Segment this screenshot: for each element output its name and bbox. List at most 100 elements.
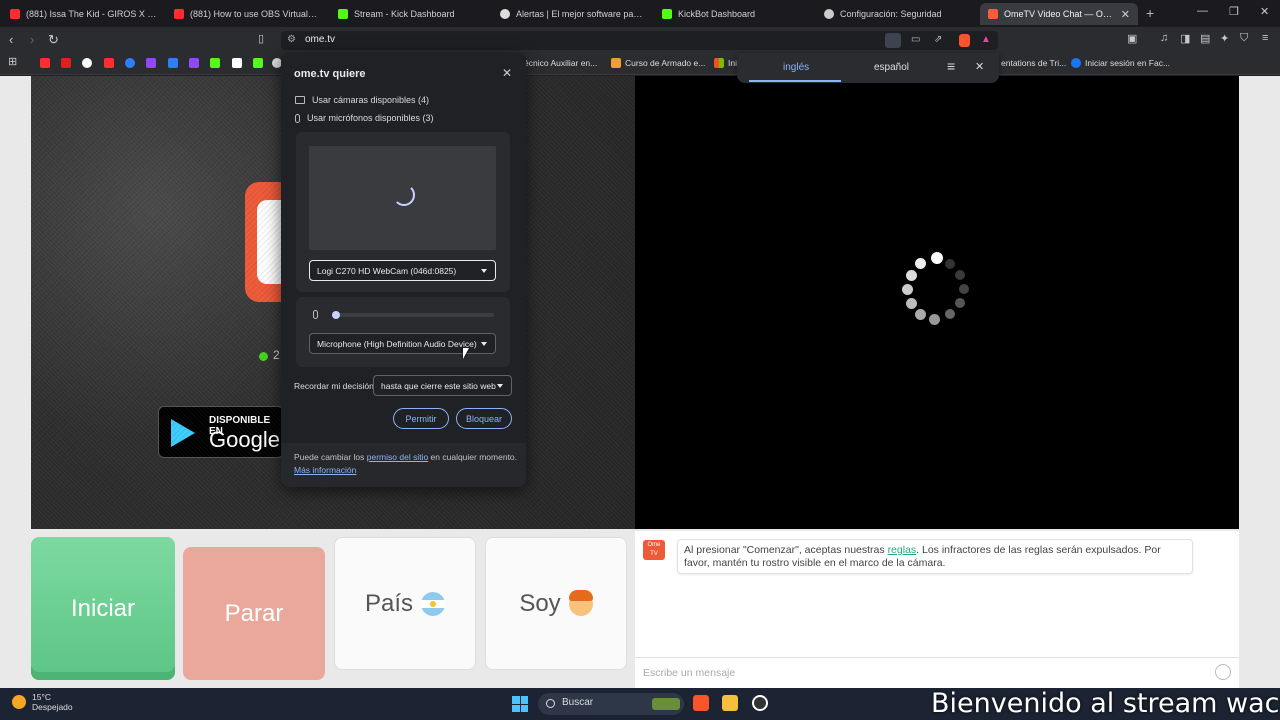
chevron-down-icon	[481, 269, 487, 273]
mouse-cursor	[463, 348, 469, 359]
translate-tab-underline	[749, 80, 841, 82]
tab-kick-dashboard[interactable]: Stream - Kick Dashboard	[330, 3, 490, 25]
bookmark-item[interactable]: Ini	[728, 58, 737, 68]
stream-overlay-text: Bienvenido al stream wachin	[931, 688, 1280, 719]
ai-icon[interactable]: ✦	[1220, 32, 1229, 45]
rules-link[interactable]: reglas	[888, 544, 917, 556]
reload-icon[interactable]: ↻	[48, 32, 59, 48]
bookmark-icon[interactable]	[146, 58, 156, 68]
ometv-avatar: Ome TV	[643, 540, 665, 560]
block-button[interactable]: Bloquear	[456, 408, 512, 429]
bookmark-icon[interactable]	[168, 58, 178, 68]
tab-youtube-2[interactable]: (881) How to use OBS Virtual Cam o	[166, 3, 326, 25]
menu-icon[interactable]: ≡	[1262, 32, 1268, 44]
gender-label: Soy	[519, 589, 561, 617]
allow-button[interactable]: Permitir	[393, 408, 449, 429]
wallet-icon[interactable]: ▤	[1200, 32, 1210, 45]
camera-panel: Logi C270 HD WebCam (046d:0825)	[296, 132, 510, 292]
translate-close-icon[interactable]: ✕	[975, 60, 984, 73]
panel-icon[interactable]: ◨	[1180, 32, 1190, 45]
google-play-badge[interactable]: DISPONIBLE EN Google	[158, 406, 284, 458]
bookmark-icon[interactable]: ▯	[258, 32, 264, 45]
camera-select[interactable]: Logi C270 HD WebCam (046d:0825)	[309, 260, 496, 281]
google-play-icon	[171, 419, 195, 447]
bookmark-twitch-icon[interactable]	[189, 58, 199, 68]
mic-level-indicator	[332, 311, 340, 319]
brave-rewards-icon[interactable]: ▲	[981, 34, 991, 45]
bookmark-icon[interactable]	[125, 58, 135, 68]
minimize-icon[interactable]: —	[1197, 5, 1208, 17]
start-label: Iniciar	[70, 594, 136, 622]
translate-lang-target[interactable]: español	[874, 62, 909, 73]
online-indicator	[259, 352, 268, 361]
music-icon[interactable]: ♫	[1160, 32, 1168, 44]
weather-condition: Despejado	[32, 702, 73, 712]
facebook-icon	[1071, 58, 1081, 68]
weather-widget[interactable]: 15°C Despejado	[12, 692, 73, 712]
window-close-icon[interactable]: ✕	[1260, 5, 1269, 18]
bookmark-item[interactable]: Iniciar sesión en Fac...	[1085, 58, 1170, 68]
emoji-icon[interactable]	[1215, 664, 1231, 680]
back-icon[interactable]: ‹	[9, 32, 13, 47]
forward-icon[interactable]: ›	[30, 32, 34, 47]
cast-icon[interactable]: ▭	[911, 34, 920, 45]
windows-taskbar: 15°C Despejado Buscar Bienvenido al stre…	[0, 688, 1280, 720]
tab-ometv[interactable]: OmeTV Video Chat — Omegle ✕	[980, 3, 1138, 25]
site-permission-link[interactable]: permiso del sitio	[367, 452, 428, 462]
gear-icon	[824, 9, 834, 19]
bookmark-youtube-icon[interactable]	[40, 58, 50, 68]
new-tab-button[interactable]: +	[1146, 5, 1154, 21]
bookmark-icon[interactable]	[61, 58, 71, 68]
address-bar[interactable]: ⚙ ome.tv ▭ ⇗ ▲	[281, 31, 998, 50]
tab-youtube-1[interactable]: (881) Issa The Kid - GIROS X JCP	[2, 3, 166, 25]
microphone-icon	[313, 310, 318, 319]
brave-shields-icon[interactable]	[959, 34, 970, 47]
more-info-link[interactable]: Más información	[294, 465, 356, 475]
kick-icon	[662, 9, 672, 19]
chat-input[interactable]: Escribe un mensaje	[635, 657, 1239, 688]
windows-start-icon[interactable]	[512, 696, 528, 712]
microphone-panel: Microphone (High Definition Audio Device…	[296, 297, 510, 367]
remember-select[interactable]: hasta que cierre este sitio web	[373, 375, 512, 396]
bookmark-kick-icon[interactable]	[210, 58, 220, 68]
site-info-icon[interactable]: ⚙	[287, 34, 296, 45]
chat-input-placeholder: Escribe un mensaje	[643, 667, 736, 679]
bookmark-icon[interactable]	[232, 58, 242, 68]
ometv-icon	[988, 9, 998, 19]
remote-video	[635, 76, 1239, 529]
bookmark-youtube-icon[interactable]	[104, 58, 114, 68]
translate-lang-source[interactable]: inglés	[783, 62, 809, 73]
tab-settings[interactable]: Configuración: Seguridad	[816, 3, 976, 25]
share-icon[interactable]: ⇗	[934, 34, 942, 45]
chat-panel: Ome TV Al presionar "Comenzar", aceptas …	[635, 531, 1239, 688]
start-button[interactable]: Iniciar	[31, 537, 175, 680]
sidebar-icon[interactable]: ▣	[1127, 32, 1137, 45]
youtube-icon	[10, 9, 20, 19]
translate-icon[interactable]	[885, 33, 901, 48]
bookmark-item[interactable]: écnico Auxiliar en...	[524, 58, 597, 68]
stop-button[interactable]: Parar	[183, 547, 325, 680]
brave-browser-icon[interactable]	[693, 695, 709, 711]
apps-icon[interactable]: ⊞	[8, 55, 17, 68]
close-tab-icon[interactable]: ✕	[1121, 8, 1130, 21]
obs-icon[interactable]	[752, 695, 768, 711]
bookmark-icon[interactable]	[82, 58, 92, 68]
gender-button[interactable]: Soy	[485, 537, 627, 670]
tab-alertas[interactable]: Alertas | El mejor software para pote	[492, 3, 652, 25]
dialog-close-icon[interactable]: ✕	[502, 66, 512, 80]
country-button[interactable]: País	[334, 537, 476, 670]
file-explorer-icon[interactable]	[722, 695, 738, 711]
bookmark-kick-icon[interactable]	[253, 58, 263, 68]
url-text: ome.tv	[305, 34, 336, 45]
camera-preview	[309, 146, 496, 250]
bookmark-item[interactable]: Curso de Armado e...	[625, 58, 705, 68]
tab-strip: (881) Issa The Kid - GIROS X JCP (881) H…	[0, 0, 1280, 27]
bookmarks-bar: ⊞ écnico Auxiliar en... Curso de Armado …	[0, 53, 1280, 75]
stop-label: Parar	[224, 599, 284, 627]
translate-menu-icon[interactable]: ≡	[947, 58, 955, 74]
tab-kickbot[interactable]: KickBot Dashboard	[654, 3, 814, 25]
vpn-icon[interactable]: ⛉	[1240, 32, 1248, 45]
bookmark-item[interactable]: entations de Tri...	[1001, 58, 1066, 68]
maximize-icon[interactable]: ❐	[1229, 5, 1239, 18]
loading-spinner	[901, 252, 973, 325]
